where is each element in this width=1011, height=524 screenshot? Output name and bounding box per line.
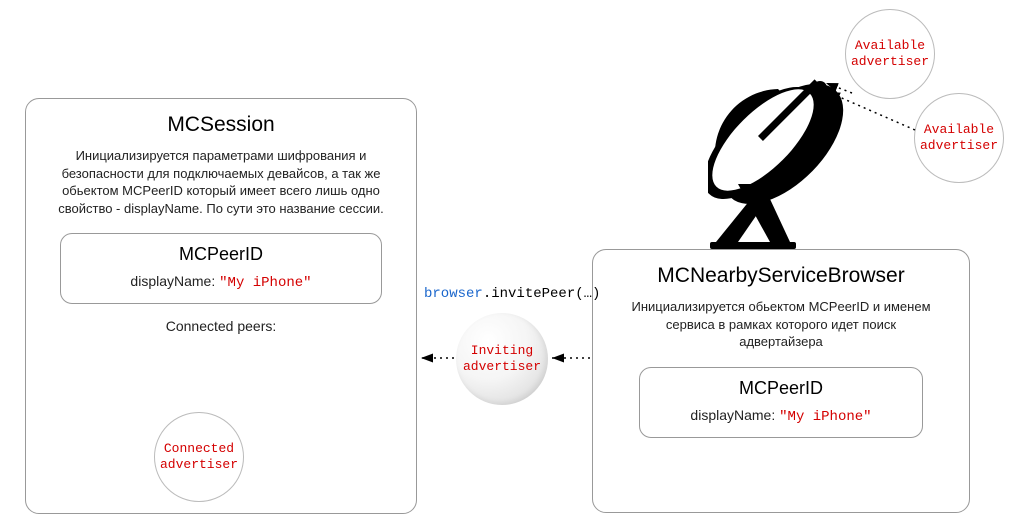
code-browser: browser: [424, 286, 483, 302]
displayname-value: "My iPhone": [219, 275, 311, 291]
displayname-value-2: "My iPhone": [779, 409, 871, 425]
mcsession-peerid-box: MCPeerID displayName: "My iPhone": [60, 233, 382, 304]
mcsession-title: MCSession: [26, 113, 416, 137]
code-invite: .invitePeer(…): [483, 286, 601, 302]
connected-advertiser-text: Connected advertiser: [160, 441, 238, 472]
browser-peerid-line: displayName: "My iPhone": [640, 407, 922, 425]
connected-advertiser-circle: Connected advertiser: [154, 412, 244, 502]
available-advertiser-2: Available advertiser: [914, 93, 1004, 183]
connected-peers-label: Connected peers:: [26, 318, 416, 334]
displayname-label: displayName:: [130, 273, 215, 289]
inviting-advertiser-circle: Inviting advertiser: [456, 313, 548, 405]
mcsession-peerid-title: MCPeerID: [61, 244, 381, 265]
browser-peerid-box: MCPeerID displayName: "My iPhone": [639, 367, 923, 438]
code-label: browser.invitePeer(…): [424, 286, 600, 302]
available-advertiser-1-text: Available advertiser: [851, 38, 929, 69]
browser-peerid-title: MCPeerID: [640, 378, 922, 399]
displayname-label-2: displayName:: [690, 407, 775, 423]
browser-title: MCNearbyServiceBrowser: [593, 264, 969, 288]
available-advertiser-2-text: Available advertiser: [920, 122, 998, 153]
mcsession-desc: Инициализируется параметрами шифрования …: [26, 147, 416, 217]
inviting-advertiser-text: Inviting advertiser: [463, 343, 541, 374]
mcsession-peerid-line: displayName: "My iPhone": [61, 273, 381, 291]
satellite-dish-icon: [708, 74, 878, 249]
browser-desc: Инициализируется обьектом MCPeerID и име…: [593, 298, 969, 351]
browser-box: MCNearbyServiceBrowser Инициализируется …: [592, 249, 970, 513]
